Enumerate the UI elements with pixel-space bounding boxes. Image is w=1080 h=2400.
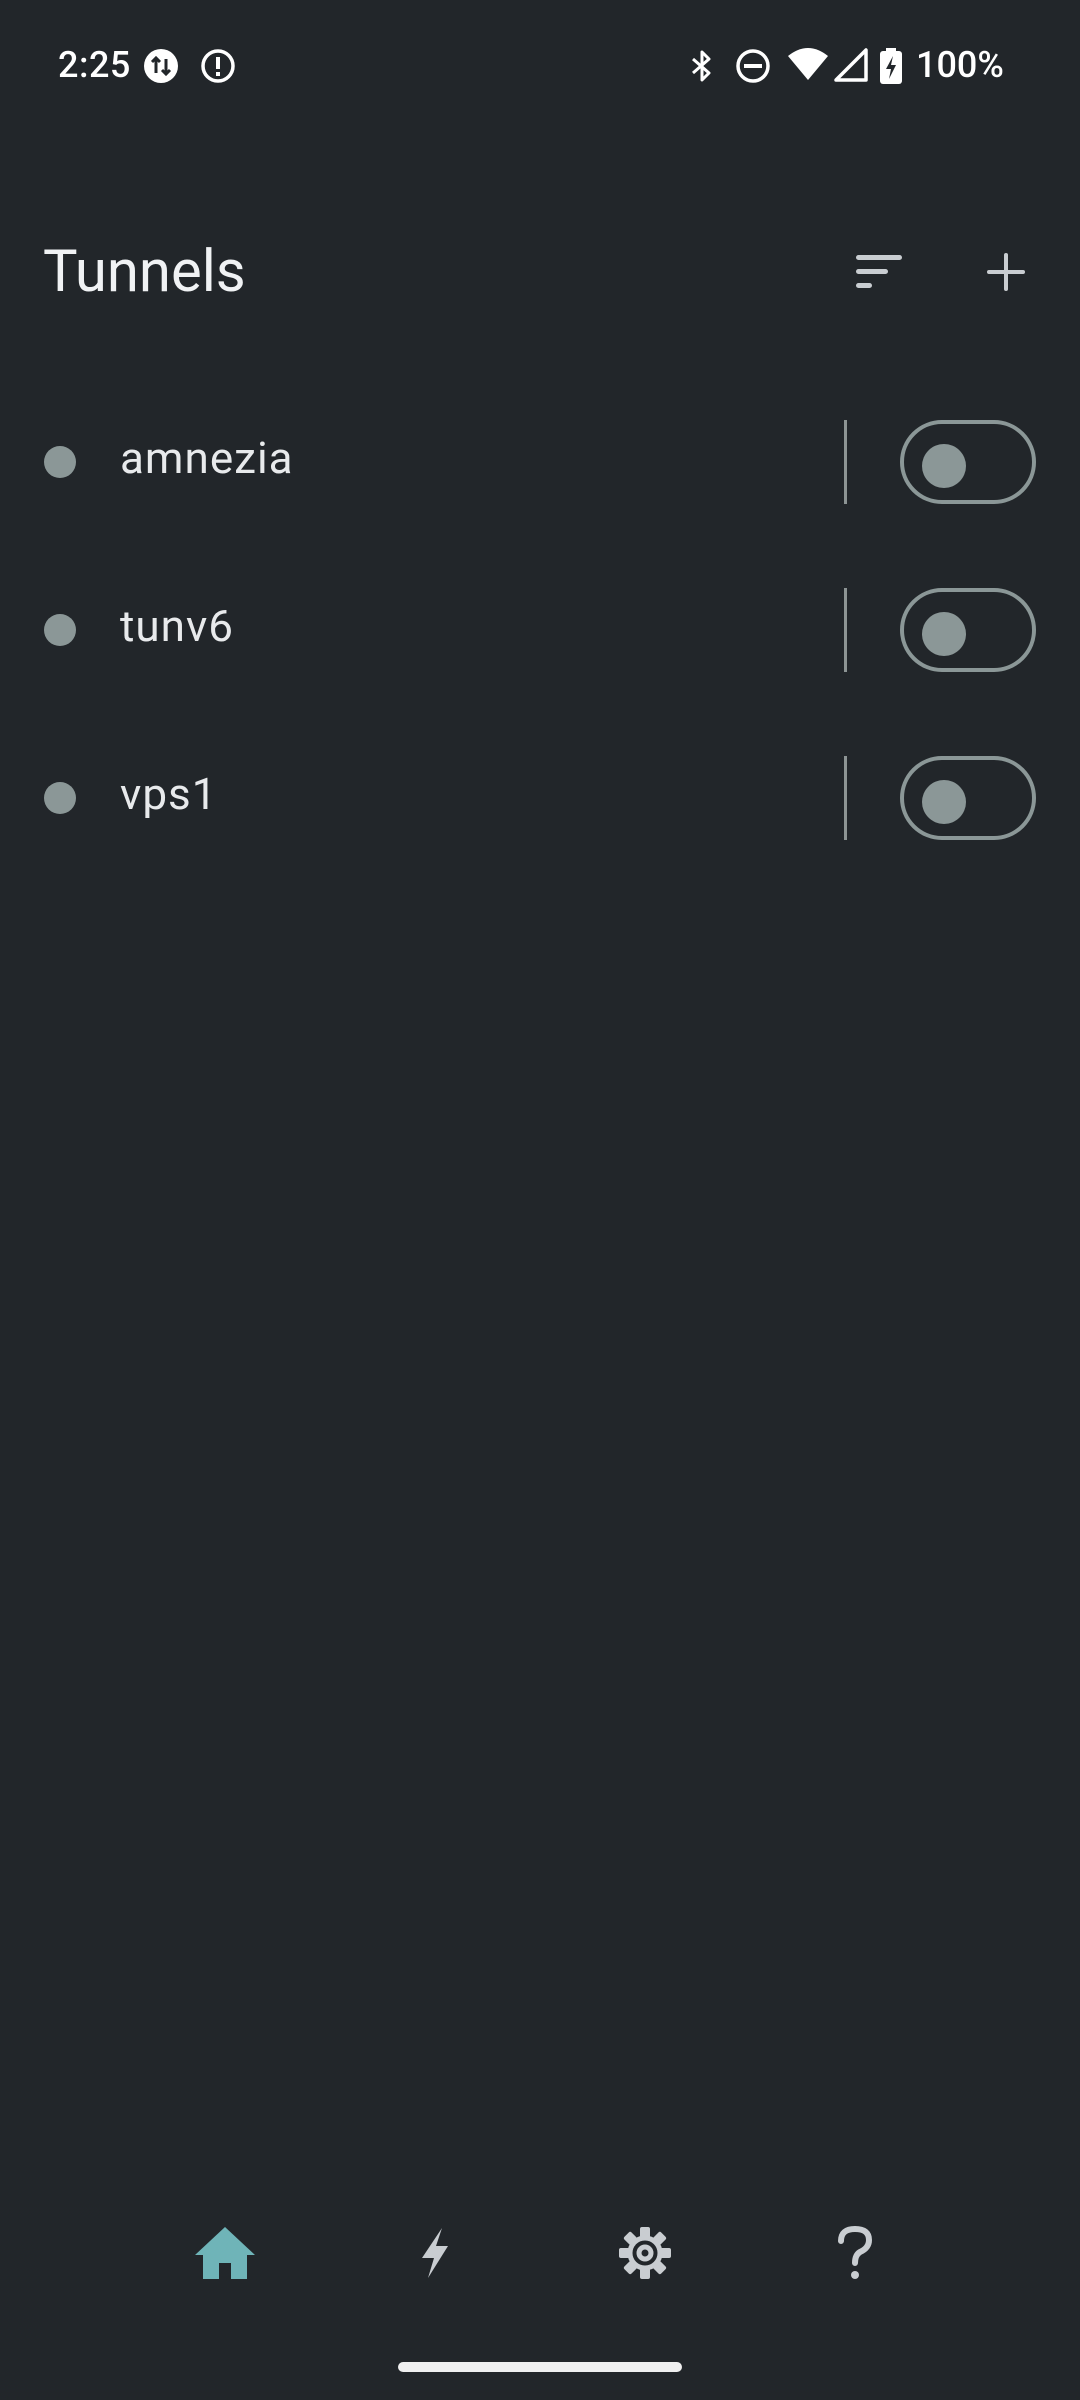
sort-button[interactable]: [832, 226, 928, 322]
tunnel-name: vps1: [120, 768, 218, 820]
status-bar: 2:25 100%: [0, 0, 1080, 136]
nav-auto-tunnel[interactable]: [380, 2200, 490, 2310]
tunnel-name: tunv6: [120, 600, 234, 652]
status-dot: [44, 782, 76, 814]
battery-charging-icon: [876, 46, 906, 86]
data-transfer-icon: [141, 46, 181, 86]
wifi-icon: [786, 46, 828, 86]
gesture-bar: [398, 2362, 682, 2372]
bolt-icon: [418, 2226, 452, 2284]
toggle-knob: [922, 612, 966, 656]
bluetooth-icon: [682, 46, 722, 86]
tunnel-toggle[interactable]: [900, 588, 1036, 672]
divider: [844, 588, 847, 672]
toggle-knob: [922, 780, 966, 824]
tunnel-toggle[interactable]: [900, 420, 1036, 504]
divider: [844, 756, 847, 840]
bottom-navigation: [0, 2200, 1080, 2310]
cell-signal-icon: [832, 46, 872, 86]
settings-icon: [617, 2225, 673, 2285]
do-not-disturb-icon: [733, 46, 773, 86]
add-icon: [984, 250, 1028, 298]
status-dot: [44, 614, 76, 646]
tunnel-row[interactable]: vps1: [0, 714, 1080, 882]
status-time: 2:25: [58, 44, 131, 86]
tunnel-row[interactable]: amnezia: [0, 378, 1080, 546]
nav-help[interactable]: [800, 2200, 910, 2310]
alert-icon: [198, 46, 238, 86]
help-icon: [836, 2225, 874, 2285]
tunnel-name: amnezia: [120, 432, 294, 484]
tunnel-toggle[interactable]: [900, 756, 1036, 840]
add-tunnel-button[interactable]: [958, 226, 1054, 322]
page-title: Tunnels: [43, 238, 246, 306]
battery-percentage: 100%: [916, 44, 1004, 86]
sort-icon: [854, 252, 906, 296]
nav-home[interactable]: [170, 2200, 280, 2310]
toggle-knob: [922, 444, 966, 488]
tunnel-row[interactable]: tunv6: [0, 546, 1080, 714]
home-icon: [193, 2225, 257, 2285]
divider: [844, 420, 847, 504]
nav-settings[interactable]: [590, 2200, 700, 2310]
status-dot: [44, 446, 76, 478]
